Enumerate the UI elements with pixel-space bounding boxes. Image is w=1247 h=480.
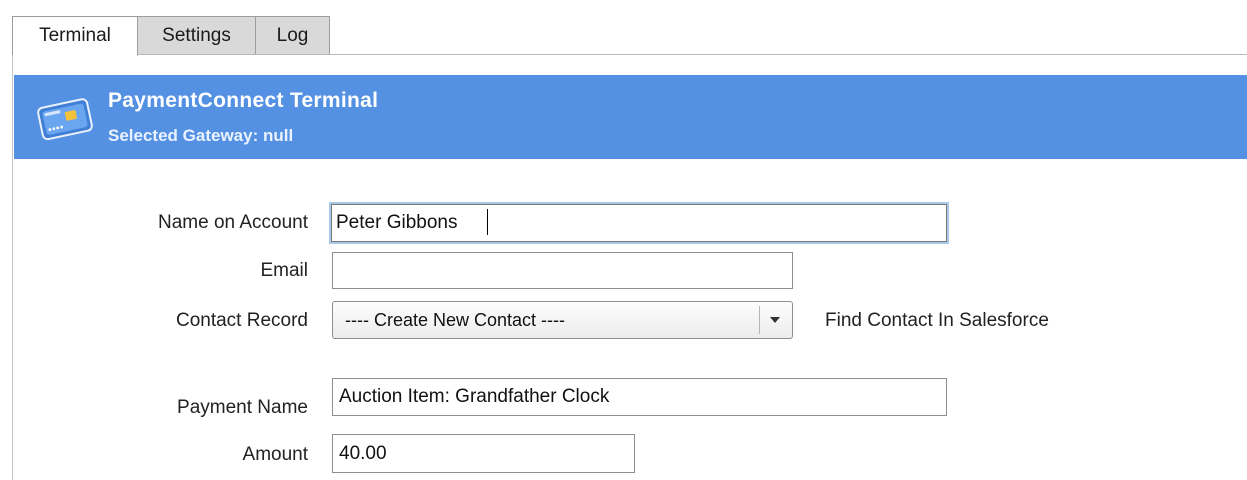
payment-name-label: Payment Name bbox=[177, 397, 308, 418]
tab-terminal[interactable]: Terminal bbox=[12, 16, 138, 56]
amount-label: Amount bbox=[242, 444, 308, 465]
credit-card-icon bbox=[36, 97, 96, 141]
name-on-account-input[interactable] bbox=[329, 202, 949, 244]
tab-log-label: Log bbox=[276, 24, 309, 46]
find-contact-link[interactable]: Find Contact In Salesforce bbox=[825, 310, 1049, 332]
amount-input[interactable] bbox=[332, 434, 635, 473]
contact-record-select[interactable]: ---- Create New Contact ---- bbox=[332, 301, 793, 339]
email-label: Email bbox=[260, 260, 308, 281]
tab-bar-divider bbox=[12, 54, 1247, 55]
contact-record-selected: ---- Create New Contact ---- bbox=[345, 310, 566, 330]
tab-settings[interactable]: Settings bbox=[137, 16, 256, 54]
tab-settings-label: Settings bbox=[162, 24, 231, 46]
banner-gateway-status: Selected Gateway: null bbox=[108, 126, 294, 145]
payment-name-input[interactable] bbox=[332, 378, 947, 416]
email-input[interactable] bbox=[332, 252, 793, 289]
terminal-banner bbox=[14, 75, 1247, 159]
panel-left-border bbox=[12, 55, 13, 480]
name-on-account-label: Name on Account bbox=[158, 212, 308, 233]
contact-record-label: Contact Record bbox=[175, 310, 308, 331]
tab-log[interactable]: Log bbox=[255, 16, 330, 54]
chevron-down-icon bbox=[767, 311, 783, 329]
tab-terminal-label: Terminal bbox=[39, 25, 111, 46]
select-divider bbox=[759, 306, 760, 334]
banner-title: PaymentConnect Terminal bbox=[108, 89, 379, 112]
text-caret bbox=[487, 209, 488, 235]
